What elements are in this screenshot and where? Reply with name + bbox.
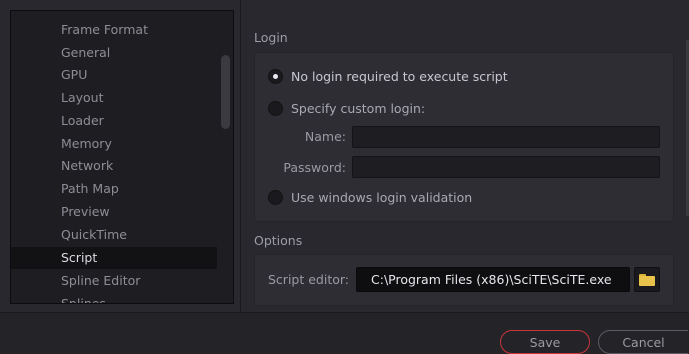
- category-list: Frame Format General GPU Layout Loader M…: [10, 10, 234, 304]
- custom-login-radio[interactable]: [268, 100, 283, 116]
- script-editor-input[interactable]: C:\Program Files (x86)\SciTE\SciTE.exe: [356, 267, 630, 292]
- category-item-network[interactable]: Network: [11, 155, 217, 177]
- windows-login-label: Use windows login validation: [291, 189, 473, 205]
- login-section-title: Login: [254, 30, 288, 45]
- password-label: Password:: [283, 160, 346, 175]
- category-item-quicktime[interactable]: QuickTime: [11, 224, 217, 246]
- password-input[interactable]: [352, 156, 660, 178]
- custom-login-option[interactable]: Specify custom login:: [268, 98, 425, 118]
- category-item-spline-editor[interactable]: Spline Editor: [11, 270, 217, 292]
- category-item-splines[interactable]: Splines: [11, 293, 217, 303]
- name-label: Name:: [304, 129, 346, 144]
- cancel-button[interactable]: Cancel: [598, 330, 688, 354]
- name-input[interactable]: [352, 126, 660, 148]
- category-item-frame-format[interactable]: Frame Format: [11, 19, 217, 41]
- windows-login-radio[interactable]: [268, 189, 283, 205]
- script-editor-label: Script editor:: [268, 272, 350, 287]
- custom-login-label: Specify custom login:: [291, 100, 426, 116]
- panel-divider: [240, 0, 241, 312]
- folder-icon: [639, 273, 655, 286]
- no-login-radio[interactable]: [268, 68, 283, 84]
- category-item-loader[interactable]: Loader: [11, 110, 217, 132]
- category-item-general[interactable]: General: [11, 42, 217, 64]
- no-login-label: No login required to execute script: [291, 68, 508, 84]
- category-item-script[interactable]: Script: [11, 247, 217, 269]
- save-button[interactable]: Save: [500, 330, 590, 354]
- no-login-option[interactable]: No login required to execute script: [268, 66, 508, 86]
- category-item-preview[interactable]: Preview: [11, 201, 217, 223]
- category-item-layout[interactable]: Layout: [11, 87, 217, 109]
- category-item-memory[interactable]: Memory: [11, 133, 217, 155]
- windows-login-option[interactable]: Use windows login validation: [268, 187, 472, 207]
- category-list-scrollbar[interactable]: [221, 55, 230, 129]
- browse-script-editor-button[interactable]: [634, 267, 660, 292]
- options-section-title: Options: [254, 233, 303, 248]
- preferences-window: Frame Format General GPU Layout Loader M…: [0, 0, 689, 354]
- category-item-path-map[interactable]: Path Map: [11, 178, 217, 200]
- category-item-gpu[interactable]: GPU: [11, 64, 217, 86]
